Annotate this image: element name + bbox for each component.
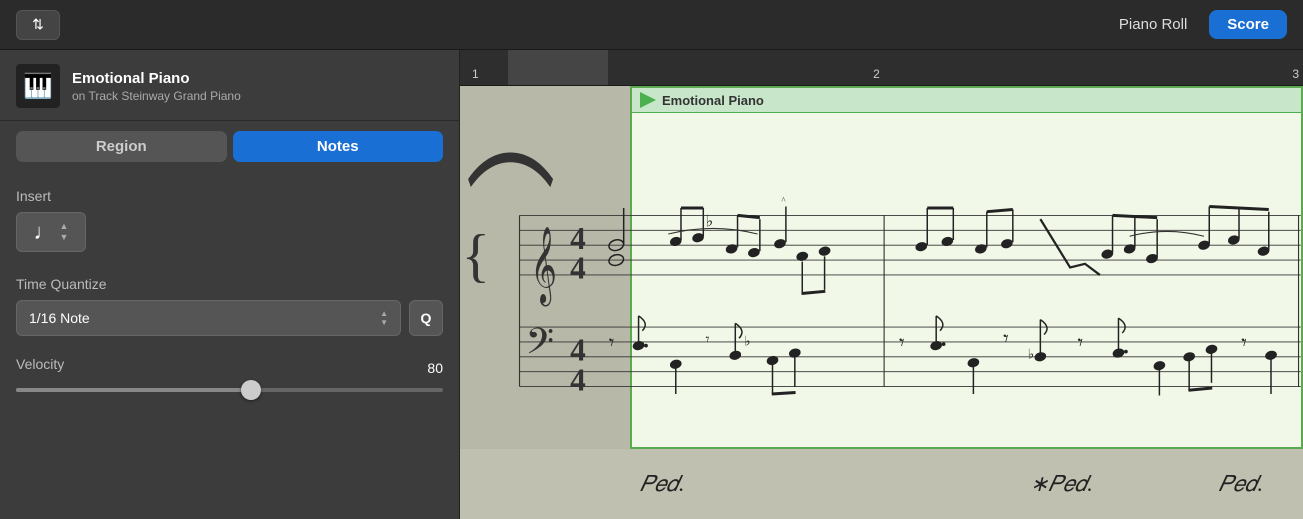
ruler-playhead [508,50,608,85]
time-quantize-label: Time Quantize [16,276,443,292]
track-info: 🎹 Emotional Piano on Track Steinway Gran… [0,50,459,121]
track-name: Emotional Piano [72,70,241,87]
svg-text:𝄾: 𝄾 [609,330,615,354]
svg-text:𝄾: 𝄾 [1003,327,1009,351]
velocity-value: 80 [427,360,443,376]
svg-text:{: { [461,222,490,288]
top-bar: ⇅ Piano Roll Score [0,0,1303,50]
svg-text:♭: ♭ [1028,346,1034,361]
velocity-slider-fill [16,388,251,392]
velocity-slider-track[interactable] [16,388,443,392]
pedal-mark-1: 𝑃𝑒𝑑. [640,471,684,497]
score-svg: ⌒ { 𝄞 𝄢 [460,86,1303,449]
notes-tab[interactable]: Notes [233,131,444,162]
velocity-row: Velocity 80 [16,356,443,380]
view-buttons: Piano Roll Score [1105,10,1287,39]
score-content: Emotional Piano ⌒ { [460,86,1303,519]
smart-controls-icon: ⇅ [32,16,44,33]
note-stepper[interactable]: ▲ ▼ [60,221,69,243]
note-icon: ♩ [34,219,56,245]
track-subtitle: on Track Steinway Grand Piano [72,89,241,103]
timeline-ruler: 1 2 3 [460,50,1303,86]
region-tab[interactable]: Region [16,131,227,162]
top-bar-left: ⇅ [16,10,60,40]
select-down-icon[interactable]: ▼ [380,319,388,327]
svg-text:𝄾: 𝄾 [1241,330,1247,354]
track-details: Emotional Piano on Track Steinway Grand … [72,70,241,103]
ruler-marker-3: 3 [1292,67,1299,81]
velocity-section: Velocity 80 [16,356,443,392]
track-icon: 🎹 [16,64,60,108]
insert-control: ♩ ▲ ▼ [16,212,443,252]
velocity-label: Velocity [16,356,64,372]
arrow-down-icon[interactable]: ▼ [60,232,69,243]
select-stepper[interactable]: ▲ ▼ [380,310,388,327]
svg-text:𝄾: 𝄾 [706,332,710,348]
pedal-area: 𝑃𝑒𝑑. ∗𝑃𝑒𝑑. 𝑃𝑒𝑑. [460,449,1303,519]
ruler-marker-1: 1 [472,67,479,81]
left-panel: 🎹 Emotional Piano on Track Steinway Gran… [0,50,460,519]
svg-text:𝄾: 𝄾 [899,330,905,354]
tab-row: Region Notes [0,121,459,172]
svg-text:^: ^ [781,196,786,206]
piano-roll-button[interactable]: Piano Roll [1105,10,1201,39]
note-selector[interactable]: ♩ ▲ ▼ [16,212,86,252]
pedal-mark-3: 𝑃𝑒𝑑. [1219,471,1263,497]
insert-label: Insert [16,188,443,204]
controls-area: Insert ♩ ▲ ▼ Time Quantize 1/16 Note [0,172,459,519]
ruler-marker-2: 2 [873,67,880,81]
arrow-up-icon[interactable]: ▲ [60,221,69,232]
quantize-button[interactable]: Q [409,300,443,336]
svg-text:♭: ♭ [706,212,714,231]
main-layout: 🎹 Emotional Piano on Track Steinway Gran… [0,50,1303,519]
select-up-icon[interactable]: ▲ [380,310,388,318]
quantize-select[interactable]: 1/16 Note ▲ ▼ [16,300,401,336]
right-panel: 1 2 3 Emotional Piano ⌒ { [460,50,1303,519]
smart-controls-button[interactable]: ⇅ [16,10,60,40]
pedal-mark-2: ∗𝑃𝑒𝑑. [1030,471,1093,497]
svg-text:𝄾: 𝄾 [1078,330,1084,354]
time-quantize-section: Time Quantize 1/16 Note ▲ ▼ Q [16,276,443,336]
velocity-slider-thumb[interactable] [241,380,261,400]
score-button[interactable]: Score [1209,10,1287,39]
time-quantize-row: 1/16 Note ▲ ▼ Q [16,300,443,336]
quantize-value: 1/16 Note [29,310,90,326]
svg-text:𝄞: 𝄞 [531,226,557,307]
svg-text:♭: ♭ [744,334,750,349]
svg-text:4: 4 [570,251,586,286]
svg-text:𝄢: 𝄢 [525,321,554,371]
svg-text:4: 4 [570,362,586,397]
